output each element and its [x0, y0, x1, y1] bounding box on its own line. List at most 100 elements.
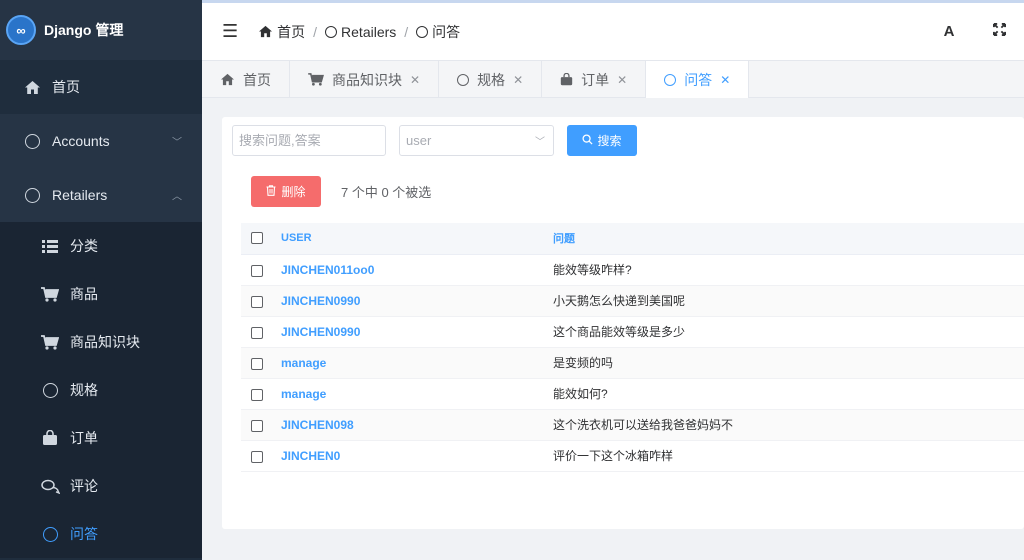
- close-icon[interactable]: ✕: [410, 73, 420, 87]
- user-link[interactable]: JINCHEN011oo0: [281, 263, 374, 277]
- tab-home[interactable]: 首页: [202, 61, 290, 98]
- cart-icon: [40, 286, 60, 302]
- cart-icon: [308, 73, 324, 86]
- tab-specs[interactable]: 规格 ✕: [439, 61, 543, 98]
- user-link[interactable]: manage: [281, 356, 326, 370]
- sidebar-item-label: 问答: [70, 526, 98, 542]
- sidebar-item-qa[interactable]: 问答: [0, 510, 202, 558]
- question-text: 评价一下这个冰箱咋样: [553, 449, 674, 463]
- bag-icon: [560, 73, 573, 86]
- home-icon: [258, 25, 273, 38]
- brand-title: Django 管理: [44, 22, 124, 38]
- question-text: 这个洗衣机可以送给我爸爸妈妈不: [553, 418, 734, 432]
- question-text: 小天鹅怎么快递到美国呢: [553, 294, 686, 308]
- user-link[interactable]: JINCHEN098: [281, 418, 354, 432]
- list-icon: [40, 239, 60, 253]
- search-button-label: 搜索: [597, 134, 622, 148]
- brand[interactable]: ∞ Django 管理: [0, 0, 202, 60]
- tab-product-knowledge[interactable]: 商品知识块 ✕: [290, 61, 440, 98]
- hamburger-icon[interactable]: ☰: [222, 21, 238, 42]
- user-link[interactable]: JINCHEN0: [281, 449, 340, 463]
- content-card: user ﹀ 搜索 删除 7 个中 0 个被选 USER 问题: [222, 117, 1024, 529]
- user-link[interactable]: manage: [281, 387, 326, 401]
- brand-logo-icon: ∞: [6, 15, 36, 45]
- sidebar-item-label: Accounts: [52, 133, 110, 149]
- sidebar-item-orders[interactable]: 订单: [0, 414, 202, 462]
- tab-orders[interactable]: 订单 ✕: [542, 61, 647, 98]
- tab-label: 订单: [581, 71, 610, 88]
- tab-label: 首页: [243, 71, 271, 88]
- header-tools: A: [924, 3, 1024, 60]
- comments-icon: [40, 479, 60, 494]
- sidebar-item-home[interactable]: 首页: [0, 60, 202, 114]
- breadcrumb-current: 问答: [432, 23, 461, 40]
- tab-bar: 首页 商品知识块 ✕ 规格 ✕ 订单 ✕ 问答 ✕: [202, 60, 1024, 98]
- sidebar-item-product-knowledge[interactable]: 商品知识块: [0, 318, 202, 366]
- circle-icon: [664, 73, 677, 86]
- search-input[interactable]: [232, 125, 386, 156]
- row-checkbox[interactable]: [251, 295, 263, 308]
- delete-button[interactable]: 删除: [251, 176, 321, 207]
- circle-icon: [416, 25, 429, 38]
- row-checkbox[interactable]: [251, 450, 263, 463]
- column-header-question[interactable]: 问题: [553, 223, 1024, 255]
- circle-icon: [325, 25, 338, 38]
- table-row: JINCHEN0990 小天鹅怎么快递到美国呢: [241, 285, 1024, 317]
- row-checkbox[interactable]: [251, 388, 263, 401]
- breadcrumb-home[interactable]: 首页: [277, 22, 305, 42]
- table-row: JINCHEN011oo0 能效等级咋样?: [241, 254, 1024, 286]
- column-header-user[interactable]: USER: [281, 223, 553, 255]
- chevron-up-icon: ︿: [172, 191, 182, 203]
- tab-qa[interactable]: 问答 ✕: [646, 61, 750, 98]
- row-checkbox[interactable]: [251, 419, 263, 432]
- close-icon[interactable]: ✕: [720, 73, 730, 87]
- table-row: JINCHEN0990 这个商品能效等级是多少: [241, 316, 1024, 348]
- select-placeholder: user: [406, 133, 432, 148]
- question-text: 这个商品能效等级是多少: [553, 325, 686, 339]
- cart-icon: [40, 334, 60, 350]
- row-checkbox[interactable]: [251, 357, 263, 370]
- circle-icon: [22, 187, 42, 203]
- question-text: 能效如何?: [553, 387, 608, 401]
- chevron-down-icon: ﹀: [535, 137, 545, 148]
- home-icon: [22, 80, 42, 95]
- search-button[interactable]: 搜索: [567, 125, 637, 156]
- breadcrumb-separator: /: [313, 23, 318, 40]
- font-size-button[interactable]: A: [924, 23, 974, 40]
- tab-label: 问答: [684, 71, 713, 88]
- sidebar-item-label: Retailers: [52, 187, 108, 203]
- circle-icon: [40, 526, 60, 542]
- user-link[interactable]: JINCHEN0990: [281, 325, 360, 339]
- sidebar-item-comments[interactable]: 评论: [0, 462, 202, 510]
- sidebar-item-label: 评论: [70, 478, 98, 494]
- table-row: manage 能效如何?: [241, 378, 1024, 410]
- top-header: ☰ 首页 / Retailers / 问答 A: [202, 0, 1024, 60]
- sidebar-item-products[interactable]: 商品: [0, 270, 202, 318]
- home-icon: [220, 73, 235, 86]
- tab-label: 规格: [477, 71, 506, 88]
- select-all-checkbox[interactable]: [251, 232, 263, 245]
- sidebar-item-accounts[interactable]: Accounts ﹀: [0, 114, 202, 168]
- row-checkbox[interactable]: [251, 264, 263, 277]
- table-row: JINCHEN0 评价一下这个冰箱咋样: [241, 440, 1024, 472]
- sidebar-item-retailers[interactable]: Retailers ︿: [0, 168, 202, 222]
- bag-icon: [40, 430, 60, 446]
- table-row: JINCHEN098 这个洗衣机可以送给我爸爸妈妈不: [241, 409, 1024, 441]
- close-icon[interactable]: ✕: [513, 73, 523, 87]
- sidebar-item-category[interactable]: 分类: [0, 222, 202, 270]
- sidebar-item-specs[interactable]: 规格: [0, 366, 202, 414]
- trash-icon: [266, 184, 276, 199]
- submenu-retailers: 分类 商品 商品知识块 规格 订单 评论 问答: [0, 222, 202, 558]
- user-link[interactable]: JINCHEN0990: [281, 294, 360, 308]
- table-header-row: USER 问题: [241, 223, 1024, 255]
- user-filter-select[interactable]: user ﹀: [399, 125, 554, 156]
- sidebar-item-label: 首页: [52, 79, 80, 95]
- breadcrumb-section[interactable]: Retailers: [341, 24, 396, 40]
- circle-icon: [22, 133, 42, 149]
- fullscreen-icon[interactable]: [974, 23, 1024, 40]
- circle-icon: [457, 73, 470, 86]
- delete-button-label: 删除: [281, 185, 306, 199]
- row-checkbox[interactable]: [251, 326, 263, 339]
- close-icon[interactable]: ✕: [617, 73, 627, 87]
- sidebar-item-label: 商品: [70, 286, 98, 302]
